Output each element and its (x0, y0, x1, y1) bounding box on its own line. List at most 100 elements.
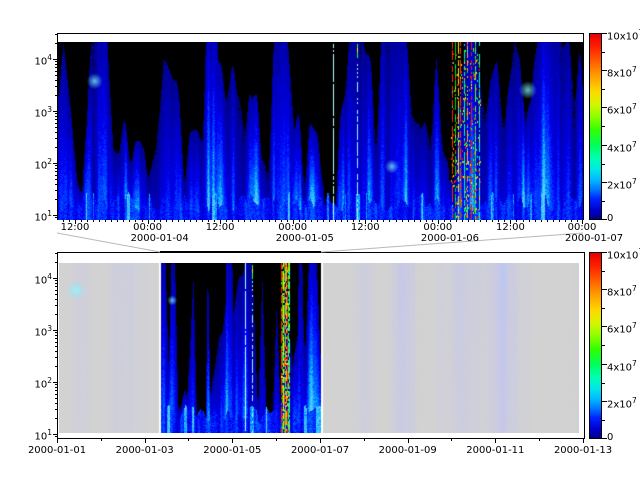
x-date-label: 2000-01-04 (131, 233, 189, 244)
x-tick-label: 2000-01-09 (379, 445, 437, 456)
tick-mark (55, 418, 57, 419)
tick-mark (55, 294, 57, 295)
tick-mark (602, 308, 605, 309)
colorbar-tick-label: 6x107 (607, 101, 637, 116)
x-tick-label: 2000-01-03 (116, 445, 174, 456)
tick-mark (276, 439, 277, 441)
x-tick-label: 12:00 (206, 222, 235, 233)
tick-mark (583, 439, 584, 443)
y-tick-label: 103 (16, 323, 52, 338)
tick-mark (53, 434, 57, 435)
x-tick-label: 2000-01-13 (554, 445, 612, 456)
context-plot-frame (57, 252, 585, 439)
tick-mark (602, 383, 605, 384)
tick-mark (55, 283, 57, 284)
tick-mark (238, 220, 239, 222)
tick-mark (129, 220, 130, 222)
tick-mark (55, 384, 57, 385)
tick-mark (55, 179, 57, 180)
tick-mark (53, 382, 57, 383)
colorbar-tick-label: 2x107 (607, 176, 637, 191)
tick-mark (55, 116, 57, 117)
spectrogram-figure: 10110210310412:0000:002000-01-0412:0000:… (0, 0, 640, 480)
tick-mark (262, 220, 263, 222)
context-colorbar (589, 252, 602, 439)
x-tick-label: 00:00 (423, 222, 452, 233)
tick-mark (559, 220, 560, 222)
x-tick-label: 2000-01-07 (291, 445, 349, 456)
x-tick-label: 12:00 (496, 222, 525, 233)
x-date-label: 2000-01-07 (565, 233, 623, 244)
tick-mark (99, 220, 100, 222)
colorbar-tick-label: 10x107 (607, 27, 640, 42)
tick-mark (55, 436, 57, 437)
tick-mark (553, 220, 554, 222)
tick-mark (55, 64, 57, 65)
tick-mark (55, 338, 57, 339)
tick-mark (55, 390, 57, 391)
x-date-label: 2000-01-06 (421, 233, 479, 244)
colorbar-tick-label: 8x107 (607, 64, 637, 79)
tick-mark (480, 220, 481, 222)
tick-mark (420, 220, 421, 222)
tick-mark (55, 165, 57, 166)
tick-mark (323, 220, 324, 222)
tick-mark (335, 220, 336, 222)
y-tick-label: 104 (16, 52, 52, 67)
tick-mark (408, 220, 409, 222)
tick-mark (468, 220, 469, 222)
y-tick-label: 102 (16, 375, 52, 390)
tick-mark (474, 220, 475, 222)
tick-mark (55, 290, 57, 291)
tick-mark (55, 286, 57, 287)
tick-mark (145, 439, 146, 443)
tick-mark (196, 220, 197, 222)
tick-mark (55, 332, 57, 333)
tick-mark (329, 220, 330, 222)
tick-mark (456, 220, 457, 222)
y-tick-label: 101 (16, 208, 52, 223)
tick-mark (55, 119, 57, 120)
tick-mark (188, 439, 189, 441)
tick-mark (93, 220, 94, 222)
tick-mark (55, 305, 57, 306)
detail-spectrogram-canvas[interactable] (58, 42, 583, 220)
tick-mark (55, 80, 57, 81)
tick-mark (55, 175, 57, 176)
tick-mark (414, 220, 415, 222)
tick-mark (55, 394, 57, 395)
tick-mark (602, 345, 605, 346)
tick-mark (55, 299, 57, 300)
tick-mark (396, 220, 397, 222)
tick-mark (541, 220, 542, 222)
tick-mark (55, 217, 57, 218)
x-tick-label: 2000-01-01 (28, 445, 86, 456)
zoom-selection-region[interactable] (160, 251, 321, 253)
colorbar-tick-label: 4x107 (607, 139, 637, 154)
tick-mark (269, 220, 270, 222)
tick-mark (53, 59, 57, 60)
tick-mark (117, 220, 118, 222)
tick-mark (462, 220, 463, 222)
tick-mark (311, 220, 312, 222)
tick-mark (55, 43, 57, 44)
tick-mark (275, 220, 276, 222)
tick-mark (364, 439, 365, 441)
tick-mark (495, 439, 496, 443)
tick-mark (53, 278, 57, 279)
tick-mark (53, 163, 57, 164)
context-spectrogram-canvas[interactable] (59, 263, 579, 433)
tick-mark (402, 220, 403, 222)
tick-mark (55, 86, 57, 87)
tick-mark (55, 314, 57, 315)
tick-mark (55, 190, 57, 191)
colorbar-tick-label: 0 (607, 432, 613, 443)
detail-plot-frame (57, 33, 584, 220)
tick-mark (55, 95, 57, 96)
tick-mark (602, 52, 605, 53)
tick-mark (602, 126, 605, 127)
detail-colorbar (589, 33, 602, 220)
tick-mark (602, 89, 605, 90)
tick-mark (55, 147, 57, 148)
tick-mark (250, 220, 251, 222)
